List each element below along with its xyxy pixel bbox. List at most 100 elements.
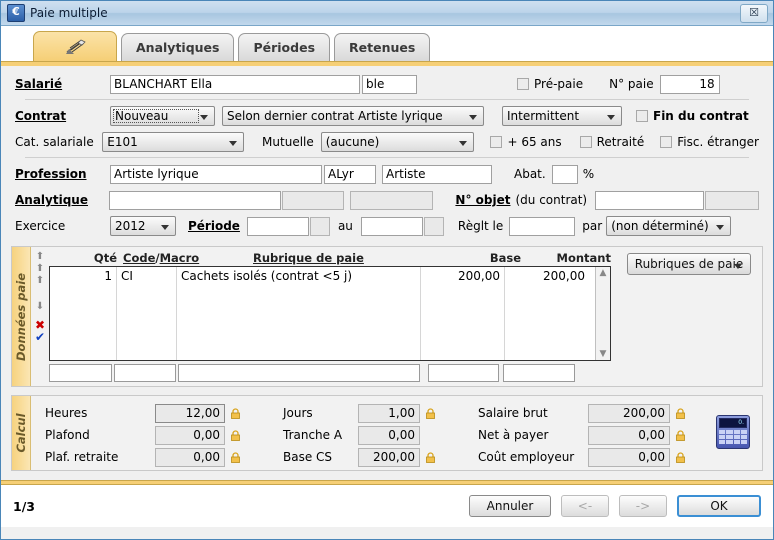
tab-paie[interactable]	[33, 31, 117, 61]
profession-categorie-input[interactable]: Artiste	[382, 164, 492, 184]
tab-periodes[interactable]: Périodes	[238, 33, 331, 61]
calc-key	[740, 435, 747, 439]
plus65-checkbox-wrap[interactable]: + 65 ans	[490, 135, 562, 149]
lock-icon[interactable]	[230, 407, 241, 419]
periode-au-suffix[interactable]	[423, 216, 444, 236]
calc-key	[733, 440, 740, 444]
plafond-input[interactable]: 0,00	[155, 425, 225, 445]
previous-button[interactable]: <-	[561, 495, 609, 517]
validate-row-icon[interactable]: ✔	[35, 331, 45, 343]
exercice-select[interactable]: 2012	[110, 216, 176, 236]
plaf-retraite-input[interactable]: 0,00	[155, 447, 225, 467]
cell-montant[interactable]: 200,00	[505, 267, 589, 360]
scroll-down-icon[interactable]: ▼	[600, 349, 607, 359]
tab-analytiques[interactable]: Analytiques	[121, 33, 235, 61]
lock-icon[interactable]	[425, 451, 436, 463]
abattement-input[interactable]	[551, 164, 578, 184]
analytique-input-1[interactable]	[108, 190, 282, 210]
calcul-panel: Calcul Heures 12,00 Plafond 0,00 Plaf. r…	[11, 395, 763, 471]
mutuelle-select[interactable]: (aucune)	[320, 132, 475, 152]
categorie-label: Cat. salariale	[15, 135, 94, 149]
donnees-paie-section-label: Données paie	[14, 272, 28, 361]
reglt-input[interactable]	[509, 216, 576, 236]
entry-qte-input[interactable]	[49, 364, 112, 382]
mutuelle-value: (aucune)	[325, 135, 380, 149]
calc-key	[719, 430, 726, 434]
tranche-a-input[interactable]: 0,00	[358, 425, 420, 445]
grid-scrollbar[interactable]: ▲ ▼	[595, 267, 610, 360]
lock-icon[interactable]	[425, 407, 436, 419]
entry-montant-input[interactable]	[503, 364, 575, 382]
retraite-checkbox[interactable]	[579, 136, 592, 148]
profession-code-input[interactable]: ALyr	[324, 164, 376, 184]
lock-icon[interactable]	[675, 429, 686, 441]
analytique-input-3[interactable]	[349, 190, 434, 210]
move-up-icon[interactable]: ⬆	[36, 263, 44, 275]
calculator-icon[interactable]: 0.	[716, 415, 750, 449]
prepaie-label: Pré-paie	[534, 77, 584, 91]
tab-retenues[interactable]: Retenues	[334, 33, 431, 61]
ok-button[interactable]: OK	[677, 495, 761, 517]
calc-key	[733, 430, 740, 434]
euro-icon: €	[7, 4, 25, 22]
lock-icon[interactable]	[675, 407, 686, 419]
cell-rubrique[interactable]: Cachets isolés (contrat <5 j)	[177, 267, 421, 360]
cout-employeur-input[interactable]: 0,00	[588, 447, 670, 467]
lock-icon[interactable]	[230, 429, 241, 441]
calc-row-plafond: Plafond 0,00	[45, 425, 241, 445]
contrat-statut-select[interactable]: Intermittent	[502, 106, 622, 126]
retraite-checkbox-wrap[interactable]: Retraité	[579, 135, 644, 149]
quill-icon	[66, 39, 86, 54]
fisc-etranger-checkbox-wrap[interactable]: Fisc. étranger	[660, 135, 759, 149]
entry-code-input[interactable]	[114, 364, 176, 382]
nobjet-input-2[interactable]	[704, 190, 759, 210]
net-a-payer-input[interactable]: 0,00	[588, 425, 670, 445]
jours-input[interactable]: 1,00	[358, 403, 420, 423]
move-up2-icon[interactable]: ⬆	[36, 275, 44, 287]
heures-input[interactable]: 12,00	[155, 403, 225, 423]
salarie-code-input[interactable]: ble	[362, 74, 417, 94]
reglt-label: Règlt le	[457, 219, 504, 233]
fin-contrat-checkbox[interactable]	[636, 110, 648, 122]
cell-qte[interactable]: 1	[50, 267, 117, 360]
fisc-etranger-checkbox[interactable]	[660, 136, 673, 148]
next-button[interactable]: ->	[619, 495, 667, 517]
entry-rubrique-input[interactable]	[178, 364, 420, 382]
contrat-type-select[interactable]: Nouveau	[110, 106, 215, 126]
periode-au-input[interactable]	[360, 216, 423, 236]
analytique-input-2[interactable]	[282, 190, 344, 210]
cell-base[interactable]: 200,00	[421, 267, 505, 360]
lock-icon[interactable]	[230, 451, 241, 463]
cell-code[interactable]: CI	[117, 267, 177, 360]
plaf-retraite-label: Plaf. retraite	[45, 450, 119, 464]
base-cs-input[interactable]: 200,00	[358, 447, 420, 467]
fin-contrat-label: Fin du contrat	[653, 109, 749, 123]
entry-base-input[interactable]	[428, 364, 499, 382]
periode-du-suffix[interactable]	[309, 216, 330, 236]
nopaie-input[interactable]: 18	[659, 74, 720, 94]
move-top-icon[interactable]: ⬆	[36, 251, 44, 263]
scroll-up-icon[interactable]: ▲	[600, 268, 607, 278]
close-icon[interactable]: ☒	[740, 3, 768, 23]
prepaie-checkbox-wrap[interactable]: Pré-paie	[517, 77, 583, 91]
plafond-label: Plafond	[45, 428, 90, 442]
categorie-value: E101	[107, 135, 138, 149]
plus65-checkbox[interactable]	[490, 136, 503, 148]
grid-body[interactable]: 1 CI Cachets isolés (contrat <5 j) 200,0…	[49, 266, 611, 361]
prepaie-checkbox[interactable]	[517, 78, 529, 90]
lock-icon[interactable]	[675, 451, 686, 463]
cancel-button[interactable]: Annuler	[469, 495, 551, 517]
fin-contrat-checkbox-wrap[interactable]: Fin du contrat	[636, 109, 749, 123]
move-down-icon[interactable]: ⬇	[36, 301, 44, 313]
profession-input[interactable]: Artiste lyrique	[110, 164, 322, 184]
contrat-desc-select[interactable]: Selon dernier contrat Artiste lyrique	[222, 106, 484, 126]
nobjet-input[interactable]	[595, 190, 704, 210]
salarie-input[interactable]: BLANCHART Ella	[110, 74, 360, 94]
fisc-etranger-label: Fisc. étranger	[677, 135, 759, 149]
rubriques-de-paie-button[interactable]: Rubriques de paie	[627, 253, 751, 275]
periode-du-input[interactable]	[246, 216, 309, 236]
categorie-select[interactable]: E101	[102, 132, 245, 152]
salaire-brut-input[interactable]: 200,00	[588, 403, 670, 423]
plus65-label: + 65 ans	[507, 135, 562, 149]
par-select[interactable]: (non déterminé)	[606, 216, 732, 236]
